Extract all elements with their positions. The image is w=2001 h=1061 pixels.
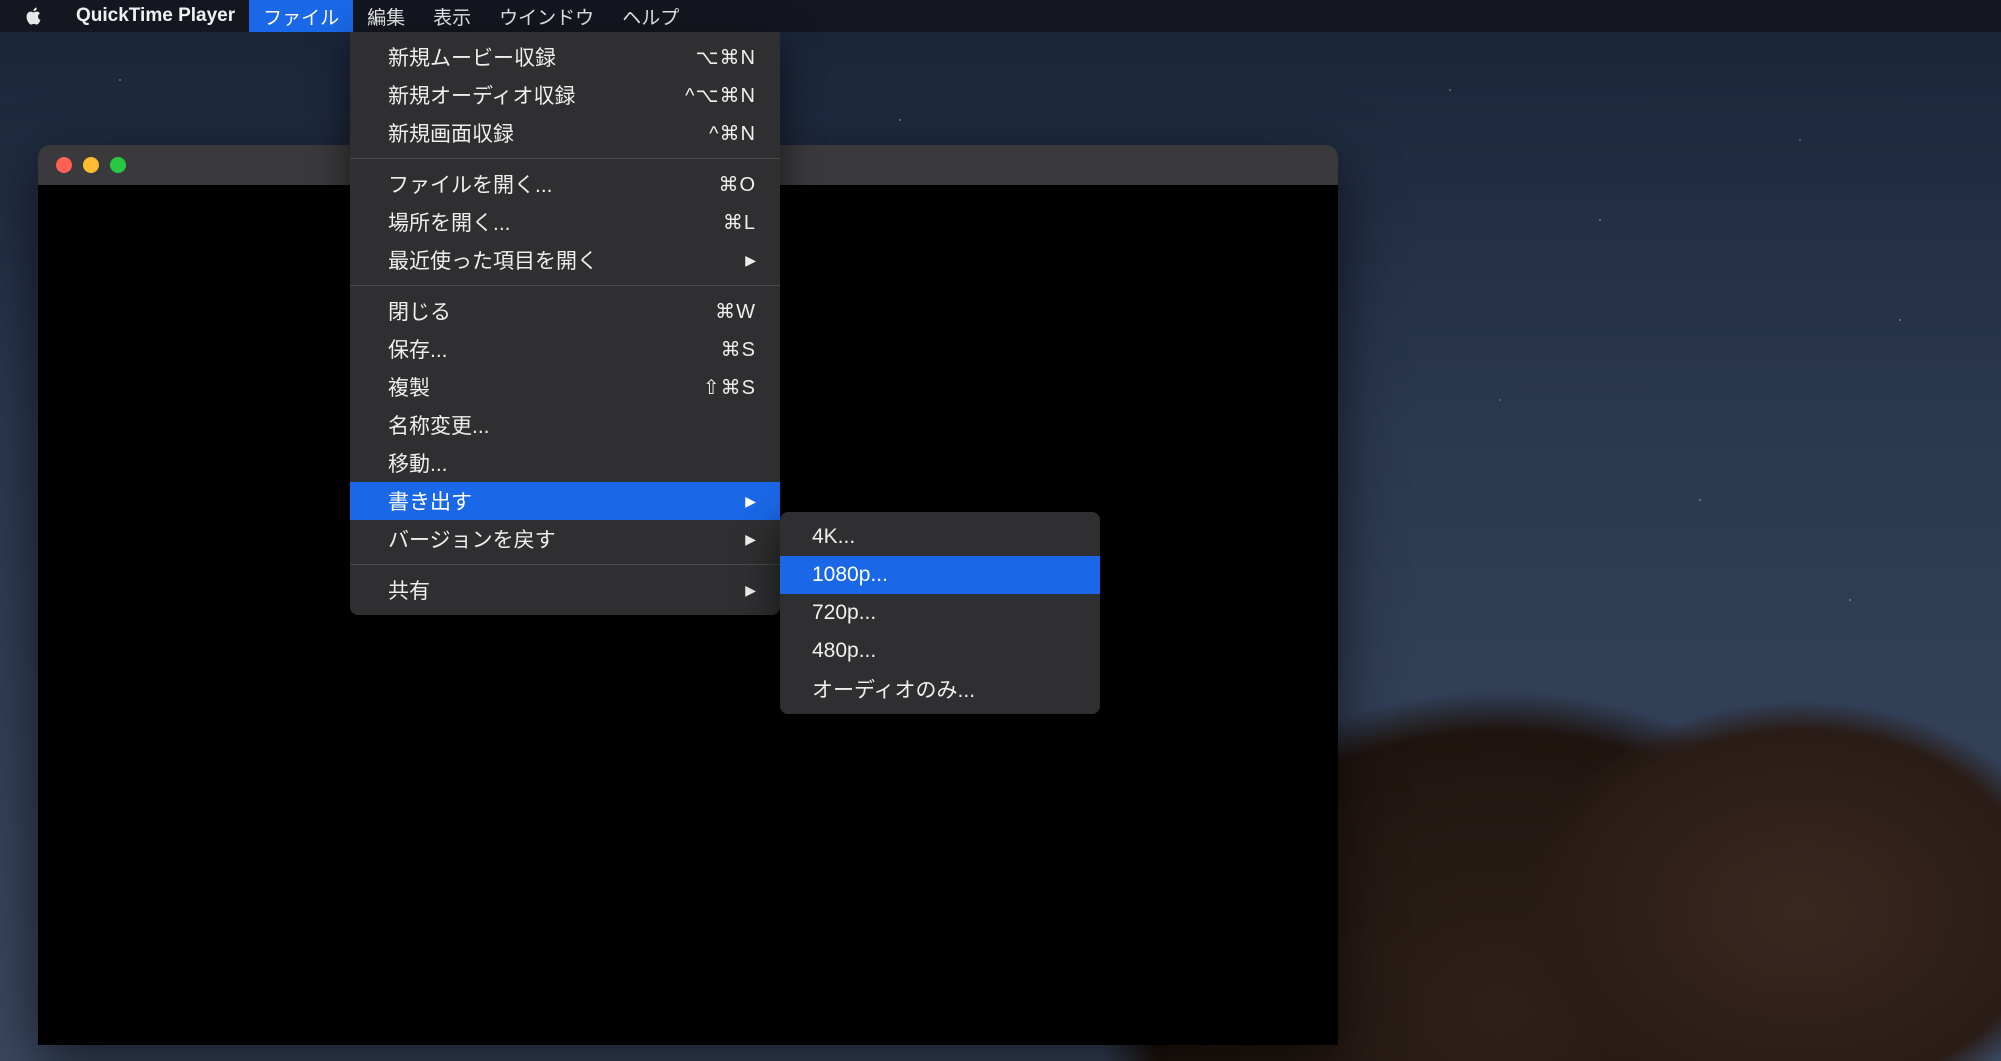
menu-shortcut: ⌥⌘N (696, 45, 757, 70)
menu-item-label: 共有 (388, 575, 430, 605)
app-name[interactable]: QuickTime Player (62, 5, 249, 27)
submenu-arrow-icon: ▶ (745, 582, 756, 599)
zoom-button[interactable] (110, 157, 126, 173)
menu-item-label: 移動... (388, 448, 448, 478)
apple-icon[interactable] (24, 7, 42, 25)
menu-item-新規画面収録[interactable]: 新規画面収録 ^⌘N (350, 114, 780, 152)
menu-item-最近使った項目を開く[interactable]: 最近使った項目を開く ▶ (350, 241, 780, 279)
menu-item-label: 新規オーディオ収録 (388, 80, 576, 110)
export-option-480p[interactable]: 480p... (780, 632, 1100, 670)
menu-item-label: 複製 (388, 372, 430, 402)
menu-item-場所を開く...[interactable]: 場所を開く... ⌘L (350, 203, 780, 241)
menu-item-閉じる[interactable]: 閉じる ⌘W (350, 292, 780, 330)
menu-item-label: 保存... (388, 334, 448, 364)
menu-separator (350, 285, 780, 286)
menu-item-新規オーディオ収録[interactable]: 新規オーディオ収録 ^⌥⌘N (350, 76, 780, 114)
menu-item-label: 場所を開く... (388, 207, 511, 237)
menu-separator (350, 564, 780, 565)
close-button[interactable] (56, 157, 72, 173)
menu-shortcut: ⌘W (715, 299, 756, 324)
menu-item-label: 名称変更... (388, 410, 490, 440)
minimize-button[interactable] (83, 157, 99, 173)
menu-shortcut: ⌘S (721, 337, 756, 362)
menu-item-複製[interactable]: 複製 ⇧⌘S (350, 368, 780, 406)
menu-ヘルプ[interactable]: ヘルプ (608, 0, 693, 32)
submenu-arrow-icon: ▶ (745, 252, 756, 269)
menu-item-label: 書き出す (388, 486, 472, 516)
menu-item-書き出す[interactable]: 書き出す ▶ (350, 482, 780, 520)
export-option-1080p[interactable]: 1080p... (780, 556, 1100, 594)
menu-編集[interactable]: 編集 (353, 0, 419, 32)
export-submenu: 4K...1080p...720p...480p...オーディオのみ... (780, 512, 1100, 714)
export-option-オーディオのみ[interactable]: オーディオのみ... (780, 670, 1100, 708)
menu-item-ファイルを開く...[interactable]: ファイルを開く... ⌘O (350, 165, 780, 203)
menu-item-label: 閉じる (388, 296, 451, 326)
file-menu-dropdown: 新規ムービー収録 ⌥⌘N 新規オーディオ収録 ^⌥⌘N 新規画面収録 ^⌘N ファイルを開く… (350, 32, 780, 615)
menu-item-共有[interactable]: 共有 ▶ (350, 571, 780, 609)
menu-ウインドウ[interactable]: ウインドウ (485, 0, 608, 32)
menu-item-新規ムービー収録[interactable]: 新規ムービー収録 ⌥⌘N (350, 38, 780, 76)
menu-item-移動...[interactable]: 移動... (350, 444, 780, 482)
menu-separator (350, 158, 780, 159)
export-option-720p[interactable]: 720p... (780, 594, 1100, 632)
menu-item-保存...[interactable]: 保存... ⌘S (350, 330, 780, 368)
menu-shortcut: ⌘L (723, 210, 756, 235)
menu-item-label: バージョンを戻す (388, 524, 556, 554)
menu-shortcut: ⌘O (718, 172, 756, 197)
menu-item-label: 最近使った項目を開く (388, 245, 598, 275)
menu-item-名称変更...[interactable]: 名称変更... (350, 406, 780, 444)
menu-表示[interactable]: 表示 (419, 0, 485, 32)
submenu-arrow-icon: ▶ (745, 493, 756, 510)
menu-ファイル[interactable]: ファイル (249, 0, 353, 32)
menu-shortcut: ⇧⌘S (703, 375, 756, 400)
menu-shortcut: ^⌥⌘N (685, 83, 756, 108)
export-option-4K[interactable]: 4K... (780, 518, 1100, 556)
menubar: QuickTime Player ファイル編集表示ウインドウヘルプ (0, 0, 2001, 32)
menu-item-label: 新規ムービー収録 (388, 42, 556, 72)
menu-item-label: ファイルを開く... (388, 169, 553, 199)
traffic-lights (56, 157, 126, 173)
menu-shortcut: ^⌘N (709, 121, 756, 146)
menu-item-バージョンを戻す[interactable]: バージョンを戻す ▶ (350, 520, 780, 558)
menu-item-label: 新規画面収録 (388, 118, 514, 148)
submenu-arrow-icon: ▶ (745, 531, 756, 548)
